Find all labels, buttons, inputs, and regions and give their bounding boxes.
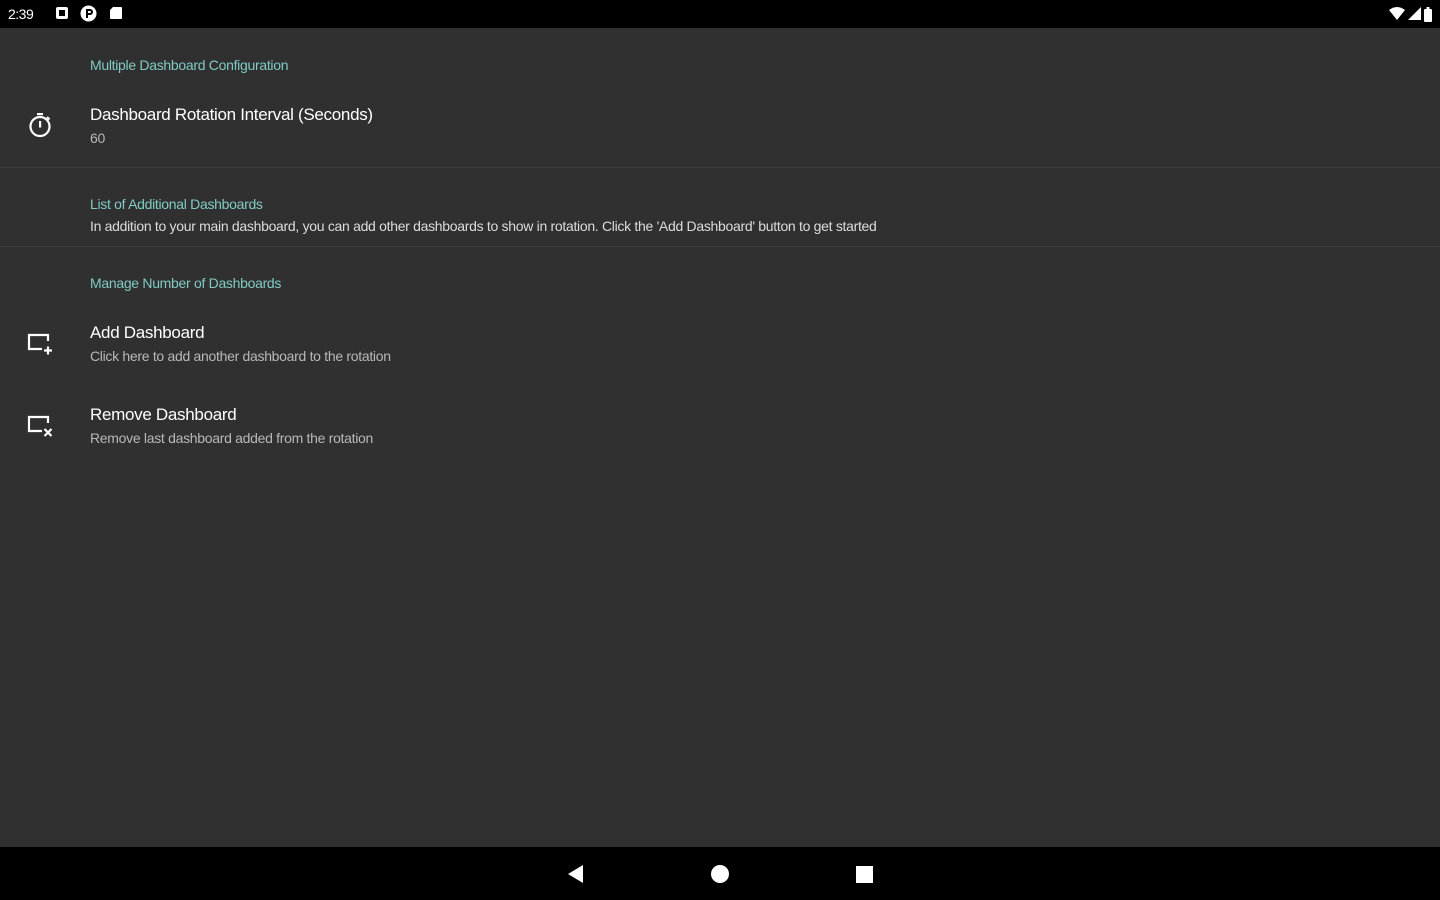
add-dashboard-title: Add Dashboard	[90, 323, 205, 342]
status-time: 2:39	[8, 6, 34, 22]
status-right-icons	[1389, 6, 1432, 22]
navigation-bar	[0, 847, 1440, 900]
wifi-icon	[1389, 7, 1405, 20]
category-manage-number-of-dashboards: Manage Number of Dashboards	[90, 275, 282, 291]
home-icon[interactable]	[707, 861, 733, 887]
remove-dashboard-icon	[27, 415, 53, 437]
pref-add-dashboard[interactable]: Add Dashboard Click here to add another …	[0, 310, 1440, 388]
recents-icon[interactable]	[851, 861, 877, 887]
category-multiple-dashboard-configuration: Multiple Dashboard Configuration	[90, 57, 289, 73]
remove-dashboard-title: Remove Dashboard	[90, 405, 237, 424]
divider	[0, 246, 1440, 247]
additional-dashboards-description: In addition to your main dashboard, you …	[90, 218, 877, 234]
battery-icon	[1424, 6, 1432, 22]
add-dashboard-summary: Click here to add another dashboard to t…	[90, 348, 391, 364]
rotation-interval-value: 60	[90, 130, 105, 146]
pref-rotation-interval[interactable]: Dashboard Rotation Interval (Seconds) 60	[0, 92, 1440, 166]
additional-dashboards-section: List of Additional Dashboards In additio…	[0, 168, 1440, 246]
sd-card-icon	[110, 7, 122, 19]
category-list-of-additional-dashboards: List of Additional Dashboards	[90, 196, 263, 212]
pref-remove-dashboard[interactable]: Remove Dashboard Remove last dashboard a…	[0, 392, 1440, 470]
p-circle-notification-icon	[80, 5, 97, 22]
status-bar: 2:39	[0, 0, 1440, 28]
remove-dashboard-summary: Remove last dashboard added from the rot…	[90, 430, 374, 446]
settings-screen: Multiple Dashboard Configuration Dashboa…	[0, 28, 1440, 847]
back-icon[interactable]	[563, 861, 589, 887]
add-dashboard-icon	[27, 333, 52, 355]
rotation-interval-title: Dashboard Rotation Interval (Seconds)	[90, 105, 373, 124]
cell-signal-icon	[1408, 7, 1421, 20]
square-notification-icon	[56, 7, 68, 19]
timer-icon	[29, 113, 51, 138]
